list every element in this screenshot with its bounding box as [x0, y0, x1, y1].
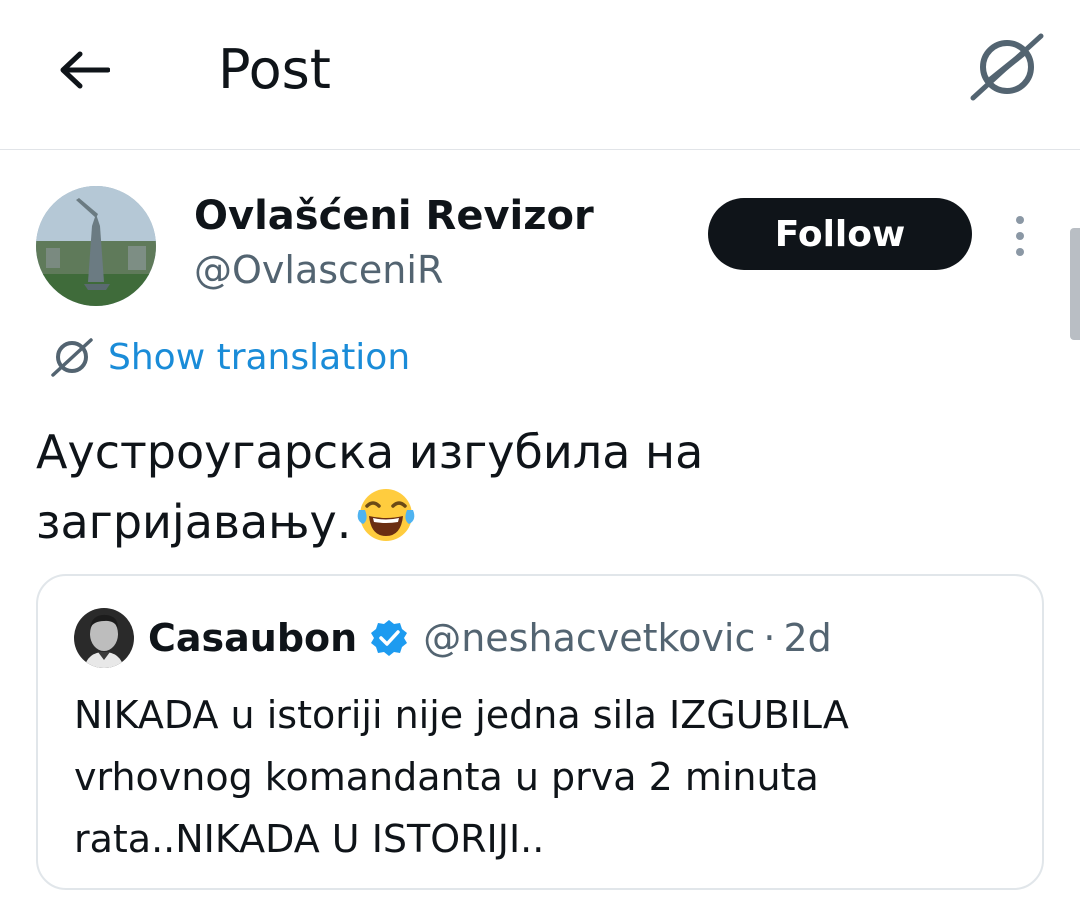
- show-translation-link[interactable]: Show translation: [50, 334, 410, 380]
- arrow-left-icon: [60, 51, 110, 89]
- more-vertical-icon: [1016, 216, 1024, 224]
- quoted-post-header: Casaubon @neshacvetkovic · 2d: [74, 606, 832, 670]
- author-display-name[interactable]: Ovlašćeni Revizor: [194, 192, 594, 240]
- verified-badge-icon: [369, 618, 409, 658]
- quoted-display-name: Casaubon: [148, 616, 358, 660]
- more-options-button[interactable]: [1000, 206, 1040, 266]
- translate-button[interactable]: [966, 30, 1048, 104]
- top-bar: Post: [0, 0, 1080, 150]
- show-translation-label: Show translation: [108, 336, 411, 378]
- separator-dot: ·: [763, 616, 776, 660]
- quoted-text-line: rata..NIKADA U ISTORIJI..: [74, 817, 545, 861]
- back-button[interactable]: [52, 38, 116, 102]
- quoted-handle: @neshacvetkovic: [423, 616, 756, 660]
- post-text-line: Аустроугарска изгубила на: [36, 425, 704, 479]
- page-title: Post: [218, 38, 331, 101]
- follow-button[interactable]: Follow: [708, 198, 972, 270]
- translate-globe-icon: [51, 338, 93, 377]
- post-text-line: загријавању.: [36, 484, 1036, 562]
- author-handle[interactable]: @OvlasceniR: [194, 246, 443, 294]
- post-text: Аустроугарска изгубила на загријавању.: [36, 420, 1036, 562]
- quoted-text-line: vrhovnog komandanta u prva 2 minuta: [74, 755, 819, 799]
- quoted-post-card[interactable]: Casaubon @neshacvetkovic · 2d NIKADA u i…: [36, 574, 1044, 890]
- avatar[interactable]: [36, 186, 156, 306]
- face-with-tears-of-joy-icon: [355, 484, 417, 562]
- quoted-avatar: [74, 608, 134, 668]
- translate-globe-icon: [970, 33, 1044, 101]
- quoted-post-text: NIKADA u istoriji nije jedna sila IZGUBI…: [74, 684, 1014, 870]
- quoted-timestamp: 2d: [783, 616, 832, 660]
- quoted-text-line: NIKADA u istoriji nije jedna sila IZGUBI…: [74, 693, 849, 737]
- scrollbar-thumb[interactable]: [1070, 228, 1080, 340]
